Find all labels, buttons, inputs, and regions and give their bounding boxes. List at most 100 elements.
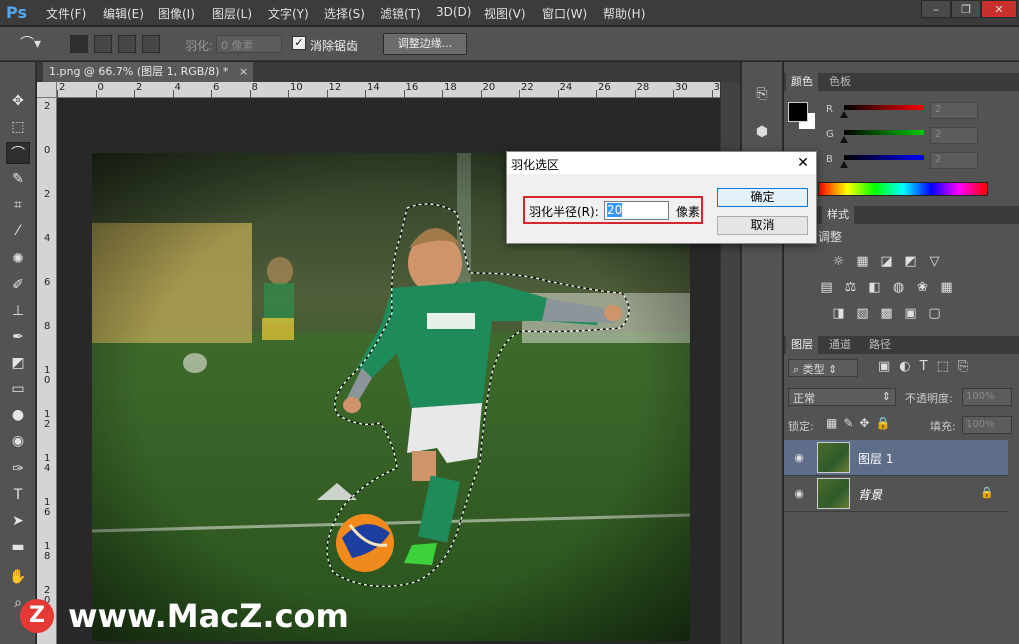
brush-tool-icon[interactable]: ✐ xyxy=(6,274,30,296)
opacity-input[interactable]: 100% xyxy=(962,388,1012,406)
shape-tool-icon[interactable]: ▬ xyxy=(6,536,30,558)
ok-button[interactable]: 确定 xyxy=(717,188,808,207)
tab-channels[interactable]: 通道 xyxy=(824,336,856,354)
color-balance-icon[interactable]: ⚖ xyxy=(842,280,859,295)
visibility-eye-icon[interactable]: ◉ xyxy=(792,487,806,501)
menu-filter[interactable]: 滤镜(T) xyxy=(380,5,421,22)
color-lookup-icon[interactable]: ▦ xyxy=(938,280,955,295)
layer-row-1[interactable]: ◉ 图层 1 xyxy=(784,440,1008,476)
dialog-titlebar[interactable]: 羽化选区 ✕ xyxy=(507,152,816,174)
menu-window[interactable]: 窗口(W) xyxy=(542,5,587,22)
close-window-button[interactable]: ✕ xyxy=(981,0,1017,18)
dodge-tool-icon[interactable]: ◉ xyxy=(6,430,30,452)
tools-panel: ✥ ⬚ ⌒ ✎ ⌗ ⁄ ✺ ✐ ⊥ ✒ ◩ ▭ ● ◉ ✑ T ➤ ▬ ✋ ⌕ xyxy=(0,62,36,644)
properties-panel-icon[interactable]: ⬢ xyxy=(752,124,772,144)
history-brush-tool-icon[interactable]: ✒ xyxy=(6,326,30,348)
menu-view[interactable]: 视图(V) xyxy=(484,5,526,22)
tab-styles[interactable]: 样式 xyxy=(822,206,854,224)
ruler-origin[interactable] xyxy=(37,82,57,98)
menu-select[interactable]: 选择(S) xyxy=(324,5,365,22)
channel-b-value[interactable]: 2 xyxy=(930,152,978,169)
channel-r-value[interactable]: 2 xyxy=(930,102,978,119)
color-spectrum-bar[interactable] xyxy=(818,182,988,196)
subtract-selection-button[interactable] xyxy=(118,35,136,53)
ruler-tick-mark xyxy=(57,90,58,98)
channel-b-slider[interactable] xyxy=(844,155,924,160)
posterize-icon[interactable]: ▧ xyxy=(854,306,871,321)
layer-filter-value: 类型 xyxy=(802,363,825,376)
menu-file[interactable]: 文件(F) xyxy=(46,5,86,22)
eyedropper-tool-icon[interactable]: ⁄ xyxy=(6,220,30,242)
eraser-tool-icon[interactable]: ◩ xyxy=(6,352,30,374)
restore-button[interactable]: ❐ xyxy=(951,0,981,18)
menu-edit[interactable]: 编辑(E) xyxy=(103,5,144,22)
channel-r-slider[interactable] xyxy=(844,105,924,110)
channel-b-thumb[interactable] xyxy=(840,161,848,168)
hue-saturation-icon[interactable]: ▤ xyxy=(818,280,835,295)
crop-tool-icon[interactable]: ⌗ xyxy=(6,194,30,216)
healing-tool-icon[interactable]: ✺ xyxy=(6,248,30,270)
lasso-preset-icon[interactable]: ⌒▾ xyxy=(20,35,50,53)
gradient-tool-icon[interactable]: ▭ xyxy=(6,378,30,400)
path-select-tool-icon[interactable]: ➤ xyxy=(6,510,30,532)
gradient-map-icon[interactable]: ▣ xyxy=(902,306,919,321)
threshold-icon[interactable]: ▩ xyxy=(878,306,895,321)
tab-color[interactable]: 颜色 xyxy=(786,73,818,91)
exposure-icon[interactable]: ◩ xyxy=(902,254,919,269)
pen-tool-icon[interactable]: ✑ xyxy=(6,458,30,480)
vibrance-icon[interactable]: ▽ xyxy=(926,254,943,269)
levels-icon[interactable]: ▦ xyxy=(854,254,871,269)
adjust-edge-button[interactable]: 调整边缘... xyxy=(383,33,467,55)
channel-g-thumb[interactable] xyxy=(840,136,848,143)
document-tab-bar: 1.png @ 66.7% (图层 1, RGB/8) * × xyxy=(37,62,740,82)
hand-tool-icon[interactable]: ✋ xyxy=(6,566,30,588)
layer-filter-icons[interactable]: ▣◐T⬚⎘ xyxy=(878,359,1018,377)
feather-input[interactable]: 0 像素 xyxy=(216,35,282,53)
blend-mode-select[interactable]: 正常 ⇕ xyxy=(788,388,896,406)
tab-close-icon[interactable]: × xyxy=(239,62,248,82)
feather-radius-value: 20 xyxy=(607,203,623,217)
channel-r-thumb[interactable] xyxy=(840,111,848,118)
channel-g-value[interactable]: 2 xyxy=(930,127,978,144)
selective-color-icon[interactable]: ▢ xyxy=(926,306,943,321)
ruler-tick-mark xyxy=(596,90,597,98)
blur-tool-icon[interactable]: ● xyxy=(6,404,30,426)
quick-select-tool-icon[interactable]: ✎ xyxy=(6,168,30,190)
menu-help[interactable]: 帮助(H) xyxy=(603,5,645,22)
fill-input[interactable]: 100% xyxy=(962,416,1012,434)
tab-swatches[interactable]: 色板 xyxy=(824,73,856,91)
marquee-tool-icon[interactable]: ⬚ xyxy=(6,116,30,138)
brightness-icon[interactable]: ☼ xyxy=(830,254,847,269)
feather-radius-input[interactable]: 20 xyxy=(604,201,669,220)
intersect-selection-button[interactable] xyxy=(142,35,160,53)
black-white-icon[interactable]: ◧ xyxy=(866,280,883,295)
channel-mixer-icon[interactable]: ❀ xyxy=(914,280,931,295)
layer-filter-select[interactable]: ⌕ 类型 ⇕ xyxy=(788,359,858,377)
curves-icon[interactable]: ◪ xyxy=(878,254,895,269)
lock-icons[interactable]: ▦✎✥🔒 xyxy=(826,416,906,432)
menu-type[interactable]: 文字(Y) xyxy=(268,5,309,22)
layer-row-background[interactable]: ◉ 背景 🔒 xyxy=(784,476,1008,512)
menu-image[interactable]: 图像(I) xyxy=(158,5,195,22)
new-selection-button[interactable] xyxy=(70,35,88,53)
move-tool-icon[interactable]: ✥ xyxy=(6,90,30,112)
cancel-button[interactable]: 取消 xyxy=(717,216,808,235)
invert-icon[interactable]: ◨ xyxy=(830,306,847,321)
dialog-close-icon[interactable]: ✕ xyxy=(793,154,813,172)
menu-layer[interactable]: 图层(L) xyxy=(212,5,252,22)
stamp-tool-icon[interactable]: ⊥ xyxy=(6,300,30,322)
channel-g-slider[interactable] xyxy=(844,130,924,135)
history-panel-icon[interactable]: ⎘ xyxy=(752,86,772,106)
photo-filter-icon[interactable]: ◍ xyxy=(890,280,907,295)
menu-3d[interactable]: 3D(D) xyxy=(436,5,471,19)
document-tab[interactable]: 1.png @ 66.7% (图层 1, RGB/8) * × xyxy=(43,62,253,82)
minimize-button[interactable]: – xyxy=(921,0,951,18)
blend-mode-value: 正常 xyxy=(793,392,815,405)
antialias-checkbox[interactable]: ✓ xyxy=(292,36,306,50)
tab-paths[interactable]: 路径 xyxy=(864,336,896,354)
type-tool-icon[interactable]: T xyxy=(6,484,30,506)
add-selection-button[interactable] xyxy=(94,35,112,53)
lasso-tool-icon[interactable]: ⌒ xyxy=(6,142,30,164)
tab-layers[interactable]: 图层 xyxy=(786,336,818,354)
visibility-eye-icon[interactable]: ◉ xyxy=(792,451,806,465)
